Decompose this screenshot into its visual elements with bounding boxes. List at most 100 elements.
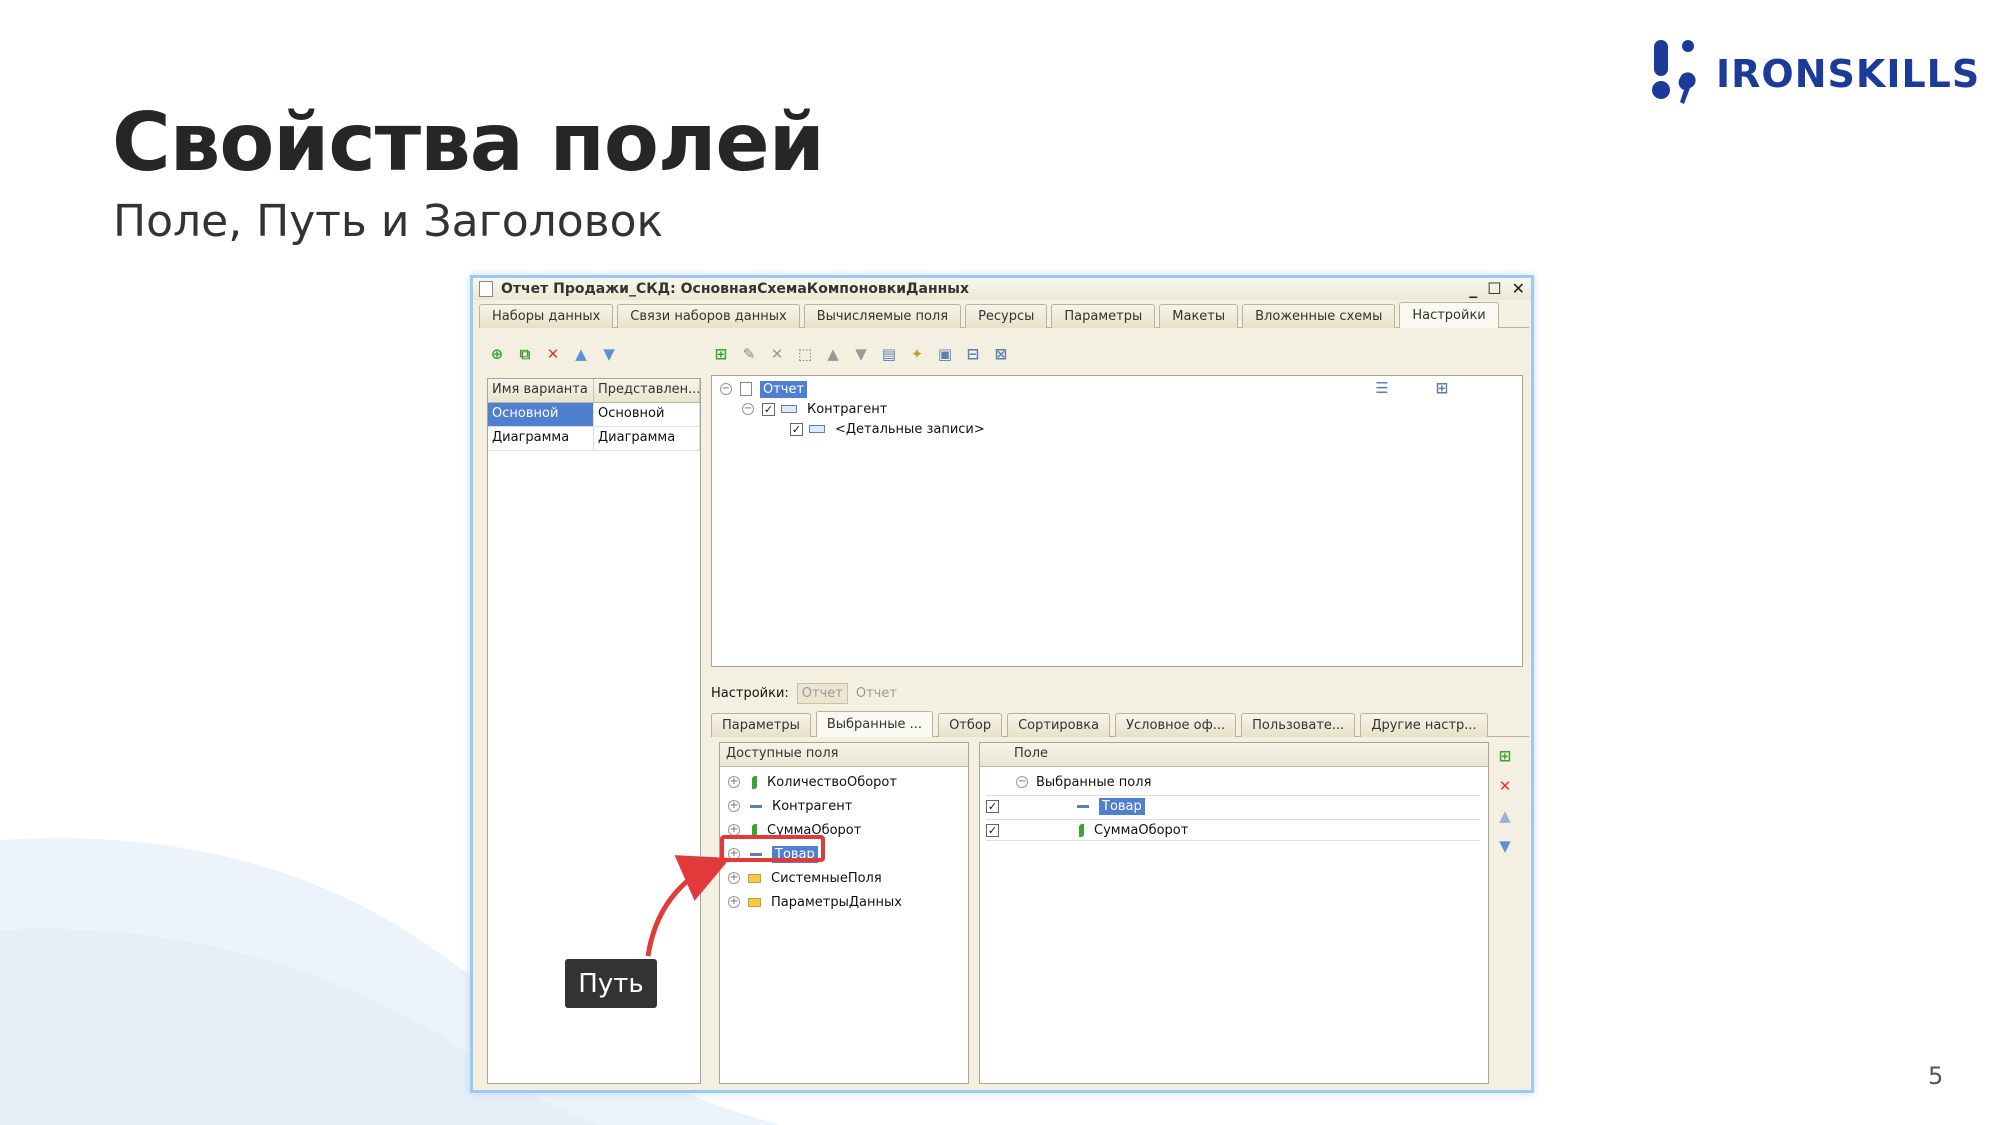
minimize-icon[interactable]: _	[1469, 279, 1477, 298]
add-variant-icon[interactable]: ⊕	[487, 344, 507, 364]
grouping-icon	[809, 425, 825, 433]
tab-nested-schemas[interactable]: Вложенные схемы	[1242, 304, 1396, 328]
report-node-icon	[740, 382, 752, 396]
selected-fields-toolbar: ⊞ ✕ ▲ ▼	[1495, 746, 1515, 856]
column-variant-presentation[interactable]: Представлен...	[594, 379, 700, 402]
maximize-icon[interactable]: ☐	[1487, 279, 1501, 298]
subtab-selected-fields[interactable]: Выбранные ...	[815, 711, 934, 737]
schema-tabs: Наборы данных Связи наборов данных Вычис…	[479, 302, 1529, 328]
variant-presentation-cell[interactable]: Диаграмма	[594, 427, 700, 450]
edit-icon[interactable]: ✎	[739, 344, 759, 364]
move-down-icon[interactable]: ▼	[1495, 836, 1515, 856]
report-settings-icon[interactable]: ▤	[879, 344, 899, 364]
settings-context: Настройки: Отчет Отчет	[711, 683, 897, 704]
move-down-icon[interactable]: ▼	[599, 344, 619, 364]
tab-settings[interactable]: Настройки	[1399, 302, 1499, 328]
selected-fields-header: Поле	[980, 743, 1488, 767]
subtab-sort[interactable]: Сортировка	[1007, 713, 1111, 737]
close-icon[interactable]: ✕	[1512, 279, 1525, 298]
variant-name-cell[interactable]: Диаграмма	[488, 427, 594, 450]
available-fields-header: Доступные поля	[720, 743, 968, 767]
add-grouping-icon[interactable]: ⊞	[711, 344, 731, 364]
report-doc-icon	[479, 281, 493, 297]
page-number: 5	[1928, 1062, 1944, 1090]
tree-label: Контрагент	[807, 401, 888, 417]
tab-datasets[interactable]: Наборы данных	[479, 304, 614, 328]
table-row[interactable]: Основной Основной	[488, 403, 700, 427]
selected-fields-panel: Поле − Выбранные поля ✓ Товар ✓ СуммаОбо…	[979, 742, 1489, 1084]
tab-dataset-links[interactable]: Связи наборов данных	[617, 304, 800, 328]
field-checkbox[interactable]: ✓	[986, 800, 999, 813]
add-field-icon[interactable]: ⊞	[1495, 746, 1515, 766]
tab-calculated-fields[interactable]: Вычисляемые поля	[803, 304, 962, 328]
column-variant-name[interactable]: Имя варианта	[488, 379, 594, 402]
resource-icon	[1079, 823, 1084, 837]
settings-tabs: Параметры Выбранные ... Отбор Сортировка…	[711, 711, 1529, 737]
tree-node-detail[interactable]: ✓ <Детальные записи>	[790, 418, 985, 440]
structure-edit-icon[interactable]: ⊞	[1432, 378, 1452, 398]
subtab-filter[interactable]: Отбор	[938, 713, 1003, 737]
subtab-other[interactable]: Другие настр...	[1360, 713, 1488, 737]
expand-icon[interactable]: +	[728, 896, 740, 908]
table-row[interactable]: ✓ СуммаОборот	[986, 819, 1480, 841]
delete-icon[interactable]: ✕	[767, 344, 787, 364]
expand-icon[interactable]: +	[728, 776, 740, 788]
table-icon[interactable]: ⊟	[963, 344, 983, 364]
detail-checkbox[interactable]: ✓	[790, 422, 803, 436]
field-label: Выбранные поля	[1036, 774, 1152, 790]
expand-icon[interactable]: +	[728, 872, 740, 884]
field-label: ПараметрыДанных	[771, 894, 902, 910]
field-checkbox[interactable]: ✓	[986, 823, 999, 837]
dimension-icon	[750, 804, 762, 808]
structure-view-icon[interactable]: ☰	[1372, 378, 1392, 398]
list-item[interactable]: + СистемныеПоля	[728, 867, 882, 889]
move-up-icon[interactable]: ▲	[1495, 806, 1515, 826]
field-label: Контрагент	[772, 798, 853, 814]
move-down-icon[interactable]: ▼	[851, 344, 871, 364]
window-controls: _ ☐ ✕	[1469, 279, 1525, 298]
list-item[interactable]: + ПараметрыДанных	[728, 891, 902, 913]
report-structure-tree: − Отчет − ✓ Контрагент ✓ <Детальные запи…	[711, 375, 1523, 667]
collapse-icon[interactable]: −	[742, 403, 754, 415]
collapse-icon[interactable]: −	[720, 383, 732, 395]
field-label: СуммаОборот	[1094, 822, 1189, 838]
tab-resources[interactable]: Ресурсы	[965, 304, 1048, 328]
list-item[interactable]: + Контрагент	[728, 795, 852, 817]
slide-title: Свойства полей	[112, 96, 825, 189]
expand-icon[interactable]: +	[728, 800, 740, 812]
subtab-user[interactable]: Пользовате...	[1241, 713, 1356, 737]
tree-node-group[interactable]: − ✓ Контрагент	[742, 398, 887, 420]
tree-label: Отчет	[760, 380, 808, 398]
delete-variant-icon[interactable]: ✕	[543, 344, 563, 364]
move-up-icon[interactable]: ▲	[823, 344, 843, 364]
subtab-conditional[interactable]: Условное оф...	[1115, 713, 1237, 737]
window-titlebar[interactable]: Отчет Продажи_СКД: ОсновнаяСхемаКомпонов…	[473, 278, 1531, 300]
resource-icon	[752, 775, 757, 789]
table-row[interactable]: ✓ Товар	[986, 795, 1480, 817]
variant-name-cell[interactable]: Основной	[488, 403, 594, 426]
group-checkbox[interactable]: ✓	[762, 402, 775, 416]
variant-presentation-cell[interactable]: Основной	[594, 403, 700, 426]
tab-parameters[interactable]: Параметры	[1051, 304, 1156, 328]
table-row[interactable]: Диаграмма Диаграмма	[488, 427, 700, 451]
structure-toolbar: ⊞ ✎ ✕ ⬚ ▲ ▼ ▤ ✦ ▣ ⊟ ⊠	[711, 342, 1011, 366]
select-icon[interactable]: ⬚	[795, 344, 815, 364]
settings-context-button[interactable]: Отчет	[796, 683, 848, 704]
dimension-icon	[1077, 805, 1089, 808]
delete-field-icon[interactable]: ✕	[1495, 776, 1515, 796]
preview-icon[interactable]: ▣	[935, 344, 955, 364]
collapse-icon[interactable]: −	[1016, 776, 1028, 788]
field-label: СистемныеПоля	[771, 870, 882, 886]
subtab-parameters[interactable]: Параметры	[711, 713, 811, 737]
available-fields-panel: Доступные поля + КоличествоОборот + Конт…	[719, 742, 969, 1084]
chart-icon[interactable]: ⊠	[991, 344, 1011, 364]
grouping-icon	[781, 405, 797, 413]
tree-node-report[interactable]: − Отчет	[720, 378, 808, 400]
copy-variant-icon[interactable]: ⧉	[515, 344, 535, 364]
list-item[interactable]: + КоличествоОборот	[728, 771, 897, 793]
move-up-icon[interactable]: ▲	[571, 344, 591, 364]
path-callout: Путь	[565, 959, 657, 1008]
tab-templates[interactable]: Макеты	[1159, 304, 1239, 328]
wizard-icon[interactable]: ✦	[907, 344, 927, 364]
list-item[interactable]: − Выбранные поля	[1016, 771, 1151, 793]
